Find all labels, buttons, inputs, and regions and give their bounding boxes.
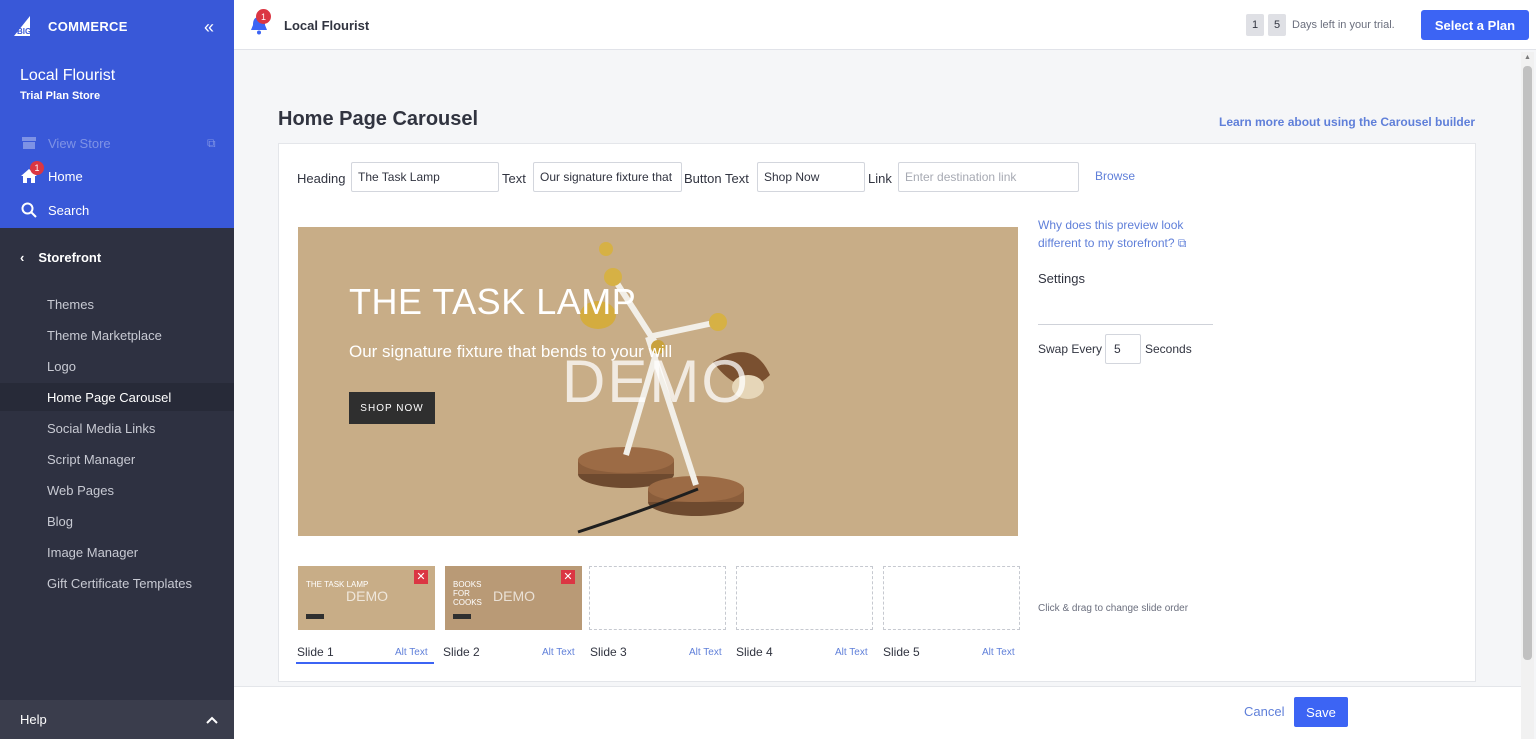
browse-link[interactable]: Browse	[1095, 169, 1135, 183]
alt-text-link-4[interactable]: Alt Text	[835, 647, 868, 658]
search-label: Search	[48, 202, 90, 218]
home-badge: 1	[30, 161, 44, 175]
sidebar-item-image-manager[interactable]: Image Manager	[0, 538, 234, 566]
sidebar: BIG COMMERCE « Local Flourist Trial Plan…	[0, 0, 234, 739]
thumb-title: BOOKS FOR COOKS	[453, 580, 482, 607]
view-store-label: View Store	[48, 135, 111, 151]
sidebar-item-social-media-links[interactable]: Social Media Links	[0, 414, 234, 442]
select-plan-button[interactable]: Select a Plan	[1421, 10, 1529, 40]
preview-help-text: Why does this preview look different to …	[1038, 218, 1184, 250]
alt-text-link-5[interactable]: Alt Text	[982, 647, 1015, 658]
alt-text-link-2[interactable]: Alt Text	[542, 647, 575, 658]
trial-digit: 5	[1268, 14, 1286, 36]
top-bar: 1 Local Flourist 1 5 Days left in your t…	[234, 0, 1536, 50]
alt-text-link-3[interactable]: Alt Text	[689, 647, 722, 658]
link-label: Link	[868, 171, 892, 186]
collapse-sidebar-icon[interactable]: «	[204, 18, 214, 36]
learn-more-link[interactable]: Learn more about using the Carousel buil…	[1219, 115, 1475, 129]
preview-help-link[interactable]: Why does this preview look different to …	[1038, 216, 1218, 252]
external-window-icon: ⧉	[1177, 236, 1187, 250]
trial-text: Days left in your trial.	[1292, 19, 1395, 31]
sidebar-item-search[interactable]: Search	[20, 201, 89, 219]
slide-thumbnail-5-empty[interactable]	[883, 566, 1020, 630]
bigcommerce-logo[interactable]: BIG COMMERCE	[14, 14, 128, 38]
help-label: Help	[20, 712, 47, 727]
topbar-store-name: Local Flourist	[284, 18, 370, 33]
thumb-button	[453, 614, 471, 619]
scroll-up-arrow-icon[interactable]: ▲	[1524, 54, 1531, 61]
sidebar-item-web-pages[interactable]: Web Pages	[0, 476, 234, 504]
view-store-link[interactable]: View Store	[20, 134, 111, 152]
swap-seconds-input[interactable]	[1105, 334, 1141, 364]
button-text-label: Button Text	[684, 171, 749, 186]
store-name: Local Flourist	[20, 67, 116, 84]
drag-hint: Click & drag to change slide order	[1038, 603, 1189, 614]
trial-countdown: 1 5 Days left in your trial.	[1246, 14, 1395, 36]
heading-label: Heading	[297, 171, 346, 186]
button-text-input[interactable]	[757, 162, 865, 192]
page-title: Home Page Carousel	[278, 108, 479, 130]
text-input[interactable]	[533, 162, 682, 192]
thumb-button	[306, 614, 324, 619]
sidebar-header: BIG COMMERCE « Local Flourist Trial Plan…	[0, 0, 234, 228]
home-label: Home	[48, 168, 83, 184]
save-button[interactable]: Save	[1294, 697, 1348, 727]
heading-input[interactable]	[351, 162, 499, 192]
chevron-up-icon	[206, 712, 218, 727]
demo-watermark: DEMO	[562, 348, 750, 415]
store-plan: Trial Plan Store	[20, 90, 101, 102]
seconds-label: Seconds	[1145, 342, 1192, 356]
sidebar-item-logo[interactable]: Logo	[0, 352, 234, 380]
logo-mark-icon: BIG	[14, 16, 31, 36]
home-icon: 1	[20, 161, 44, 185]
remove-slide-2-button[interactable]: ✕	[561, 570, 575, 584]
search-icon	[20, 201, 38, 219]
sidebar-item-gift-certificate-templates[interactable]: Gift Certificate Templates	[0, 569, 234, 597]
slide-thumbnail-3-empty[interactable]	[589, 566, 726, 630]
thumb-watermark: DEMO	[346, 588, 388, 604]
sidebar-item-themes[interactable]: Themes	[0, 290, 234, 318]
help-button[interactable]: Help	[0, 700, 234, 739]
storefront-icon	[20, 134, 38, 152]
slide-tab-2[interactable]: Slide 2	[443, 645, 480, 659]
slide-tab-1[interactable]: Slide 1	[297, 645, 334, 659]
settings-divider	[1038, 324, 1213, 325]
scroll-thumb[interactable]	[1523, 66, 1532, 660]
sidebar-item-blog[interactable]: Blog	[0, 507, 234, 535]
page-scrollbar[interactable]: ▲	[1521, 52, 1534, 739]
text-label: Text	[502, 171, 526, 186]
notification-badge: 1	[256, 9, 271, 24]
slide-tab-5[interactable]: Slide 5	[883, 645, 920, 659]
cancel-button[interactable]: Cancel	[1244, 704, 1284, 719]
preview-heading: THE TASK LAMP	[349, 281, 637, 322]
link-input[interactable]	[898, 162, 1079, 192]
remove-slide-1-button[interactable]: ✕	[414, 570, 428, 584]
alt-text-link-1[interactable]: Alt Text	[395, 647, 428, 658]
slide-tab-3[interactable]: Slide 3	[590, 645, 627, 659]
trial-digit: 1	[1246, 14, 1264, 36]
storefront-section-back[interactable]: ‹ Storefront	[20, 250, 101, 265]
slide-thumbnail-4-empty[interactable]	[736, 566, 873, 630]
slide-tab-4[interactable]: Slide 4	[736, 645, 773, 659]
thumb-watermark: DEMO	[493, 588, 535, 604]
svg-text:BIG: BIG	[17, 27, 31, 36]
sidebar-item-home[interactable]: 1 Home	[20, 161, 83, 185]
sidebar-item-script-manager[interactable]: Script Manager	[0, 445, 234, 473]
swap-every-label: Swap Every	[1038, 342, 1103, 356]
settings-title: Settings	[1038, 271, 1085, 286]
sidebar-item-theme-marketplace[interactable]: Theme Marketplace	[0, 321, 234, 349]
chevron-left-icon: ‹	[20, 250, 25, 265]
active-slide-indicator	[296, 662, 434, 664]
logo-text: COMMERCE	[48, 18, 128, 34]
external-link-icon[interactable]: ⧉	[207, 136, 216, 151]
sidebar-item-home-page-carousel[interactable]: Home Page Carousel	[0, 383, 234, 411]
preview-shop-now-button[interactable]: SHOP NOW	[349, 392, 435, 424]
carousel-preview: THE TASK LAMP Our signature fixture that…	[298, 227, 1018, 536]
section-title: Storefront	[38, 250, 102, 265]
